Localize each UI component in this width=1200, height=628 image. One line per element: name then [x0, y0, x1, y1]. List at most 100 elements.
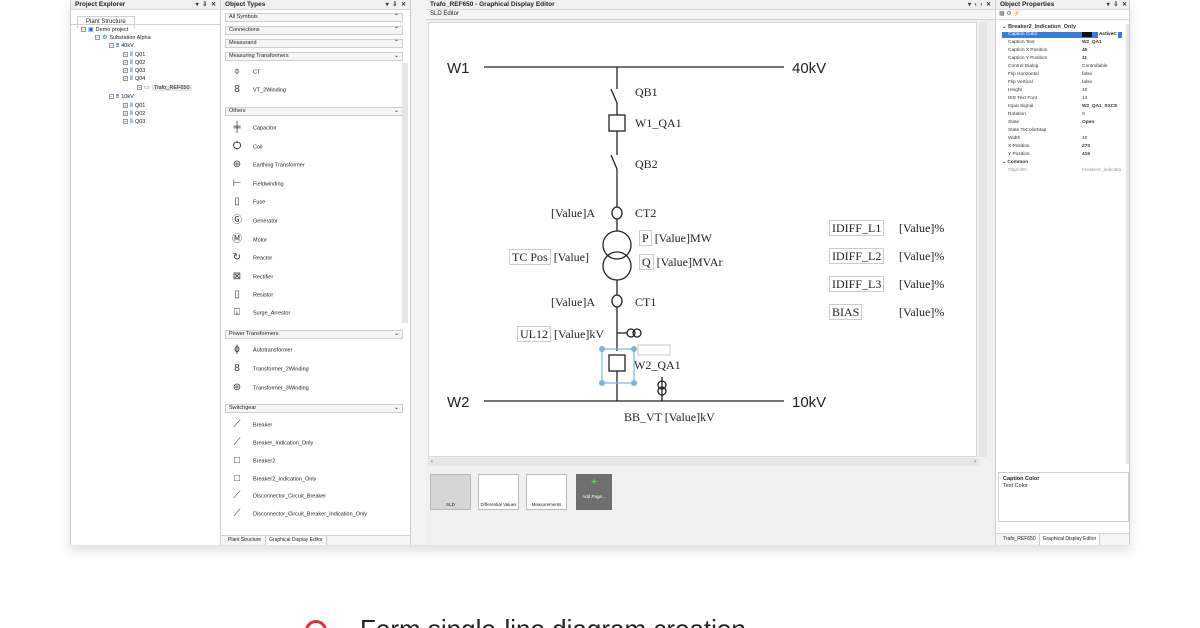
property-row[interactable]: State ToColorMap [1002, 128, 1122, 134]
tree-toggle-icon[interactable]: + [123, 52, 128, 58]
tree-item-demo-project[interactable]: − ▣ Demo project [81, 27, 128, 34]
symbol-fuse[interactable]: ▯ Fuse [229, 194, 265, 210]
symbol-reactor[interactable]: ↻ Reactor [229, 250, 272, 266]
section-connections[interactable]: Connections ⌃ [225, 26, 403, 35]
canvas-vertical-scrollbar[interactable] [979, 22, 987, 457]
p-field[interactable]: P [Value]MW [639, 230, 712, 246]
idiff-l3-value[interactable]: [Value]% [899, 277, 944, 291]
property-row[interactable]: IED Text Font 14 [1002, 96, 1122, 102]
tree-item-10kv-q02[interactable]: + Ⅱ Q02 [123, 111, 145, 118]
tree-toggle-icon[interactable]: + [123, 68, 128, 74]
property-row[interactable]: Caption Y Position 11 [1002, 56, 1122, 62]
symbol-disconnector-circuit-breaker-indication-only[interactable]: ⟋ Disconnector_Circuit_Breaker_Indication… [229, 506, 368, 522]
q-field[interactable]: Q [Value]MVAr [639, 254, 722, 270]
symbol-autotransformer[interactable]: ɸ Autotransformer [229, 342, 292, 358]
symbol-generator[interactable]: Ⓖ Generator [229, 213, 278, 229]
symbol-motor[interactable]: Ⓜ Motor [229, 232, 267, 248]
tab-graphical-display-editor[interactable]: Graphical Display Editor [1038, 534, 1101, 545]
w1-qa1-label[interactable]: W1_QA1 [635, 116, 682, 130]
tree-toggle-icon[interactable]: + [123, 103, 128, 109]
property-group-common[interactable]: ⌄ Common [1002, 160, 1122, 166]
scroll-left-icon[interactable]: ‹ [431, 458, 433, 466]
tree-item-q03[interactable]: + Ⅱ Q03 [123, 68, 145, 75]
property-row[interactable]: State Open [1002, 120, 1122, 126]
section-measurand[interactable]: Measurand ⌃ [225, 39, 403, 48]
tree-toggle-icon[interactable]: − [109, 94, 114, 100]
idiff-l2-value[interactable]: [Value]% [899, 249, 944, 263]
property-row[interactable]: Caption X Position 45 [1002, 48, 1122, 54]
properties-scrollbar[interactable] [1126, 24, 1129, 464]
section-others[interactable]: Others ⌄ [225, 107, 403, 116]
pane-controls[interactable]: ▾ ⇩ ✕ [196, 1, 217, 9]
tree-toggle-icon[interactable]: + [123, 60, 128, 66]
tree-item-q04[interactable]: + Ⅱ Q04 [123, 76, 145, 83]
tree-item-10kv-q03[interactable]: + Ⅱ Q03 [123, 119, 145, 126]
pane-controls[interactable]: ▾ ⇩ ✕ [386, 1, 407, 9]
collapse-icon[interactable]: ⌃ [394, 14, 399, 21]
chevron-down-icon[interactable]: ⌄ [1002, 160, 1006, 165]
tree-item-10kv[interactable]: − ⩩ 10kV [109, 94, 134, 101]
section-power-transformers[interactable]: Power Transformers ⌄ [225, 330, 403, 339]
property-row[interactable]: Y Position 415 [1002, 152, 1122, 158]
tree-toggle-icon[interactable]: + [123, 111, 128, 117]
property-group-title[interactable]: ⌄ Breaker2_Indication_Only [1002, 24, 1122, 30]
property-row[interactable]: Height 40 [1002, 88, 1122, 94]
section-measuring-transformers[interactable]: Measuring Transformers ⌄ [225, 52, 403, 61]
expand-icon[interactable]: ⌄ [394, 53, 399, 60]
ct2-value[interactable]: [Value]A [551, 206, 595, 220]
symbol-breaker2-indication-only[interactable]: □ Breaker2_Indication_Only [229, 471, 316, 487]
ul12-field[interactable]: UL12 [Value]kV [517, 326, 604, 342]
ct1-value[interactable]: [Value]A [551, 295, 595, 309]
tab-graphical-display-editor-bottom[interactable]: Graphical Display Editor [265, 536, 327, 545]
symbol-breaker[interactable]: ⟋ Breaker [229, 417, 273, 433]
idiff-l3-field[interactable]: IDIFF_L3 [829, 276, 885, 292]
tab-trafo-ref650[interactable]: Trafo_REF650 [1000, 534, 1039, 545]
section-all-symbols[interactable]: All Symbols ⌃ [225, 13, 403, 22]
tree-item-trafo-ref650[interactable]: + ▭ Trafo_REF650 [137, 85, 192, 92]
tab-plant-structure-bottom[interactable]: Plant Structure [225, 536, 264, 545]
idiff-l1-value[interactable]: [Value]% [899, 221, 944, 235]
symbol-breaker2[interactable]: □ Breaker2 [229, 453, 275, 469]
sld-canvas[interactable]: W1 40kV W2 10kV QB1 W1_QA1 QB2 [Value]A … [428, 22, 977, 457]
tree-toggle-icon[interactable]: − [81, 27, 86, 33]
tree-item-40kv[interactable]: − ⩩ 40kV [109, 43, 134, 50]
symbol-disconnector-circuit-breaker[interactable]: ⟋ Disconnector_Circuit_Breaker [229, 488, 327, 504]
chevron-down-icon[interactable]: ⌄ [1002, 24, 1007, 30]
symbol-fieldwinding[interactable]: ⊢ Fieldwinding [229, 176, 284, 192]
pane-controls[interactable]: ▾ ⇩ ✕ [1107, 1, 1128, 9]
tree-item-q02[interactable]: + Ⅱ Q02 [123, 60, 145, 67]
symbol-ct[interactable]: ⌽ CT [229, 64, 260, 80]
property-row[interactable]: Flip Vertical false [1002, 80, 1122, 86]
qb2-label[interactable]: QB2 [635, 157, 658, 171]
tree-toggle-icon[interactable]: + [123, 76, 128, 82]
expand-icon[interactable]: ⌄ [394, 405, 399, 412]
ct2-label[interactable]: CT2 [635, 206, 656, 220]
types-scrollbar[interactable] [402, 63, 408, 323]
symbol-transformer-2winding[interactable]: 8 Transformer_2Winding [229, 361, 309, 377]
symbol-earthing-transformer[interactable]: ⊛ Earthing Transformer [229, 157, 305, 173]
expand-icon[interactable]: ⌄ [394, 108, 399, 115]
ct1-label[interactable]: CT1 [635, 295, 656, 309]
collapse-icon[interactable]: ⌃ [394, 27, 399, 34]
bias-value[interactable]: [Value]% [899, 305, 944, 319]
tree-toggle-icon[interactable]: − [95, 35, 100, 41]
page-thumb-sld[interactable]: SLD [430, 474, 471, 510]
property-row[interactable]: Caption Text W2_QA1 [1002, 40, 1122, 46]
tab-sld-editor[interactable]: SLD Editor [426, 10, 995, 20]
symbol-vt-2winding[interactable]: 8 VT_2Winding [229, 82, 286, 98]
symbol-capacitor[interactable]: ╪ Capacitor [229, 120, 276, 136]
symbol-breaker-indication-only[interactable]: ⟋ Breaker_Indication_Only [229, 435, 314, 451]
tree-toggle-icon[interactable]: + [123, 119, 128, 125]
property-row[interactable]: Input Signal W2_QA1_SXCE [1002, 104, 1122, 110]
properties-toolbar[interactable]: ▦ ⚙ ⚡ [996, 10, 1129, 20]
property-row-objectid[interactable]: ObjectID breaker2_indicatio [1002, 168, 1122, 174]
expand-icon[interactable]: ⌄ [394, 331, 399, 338]
canvas-horizontal-scrollbar[interactable]: ‹ › [428, 458, 979, 466]
qb1-label[interactable]: QB1 [635, 85, 658, 99]
property-row[interactable]: Width 40 [1002, 136, 1122, 142]
property-row[interactable]: Control Dialog Controllable [1002, 64, 1122, 70]
w2-qa1-label[interactable]: W2_QA1 [634, 358, 681, 372]
symbol-coil[interactable]: Ѻ Coil [229, 139, 263, 155]
tree-item-substation[interactable]: − ⚙ Substation Alpha [95, 35, 151, 42]
property-row-caption-color[interactable]: Caption Color ActiveC [1002, 32, 1122, 38]
